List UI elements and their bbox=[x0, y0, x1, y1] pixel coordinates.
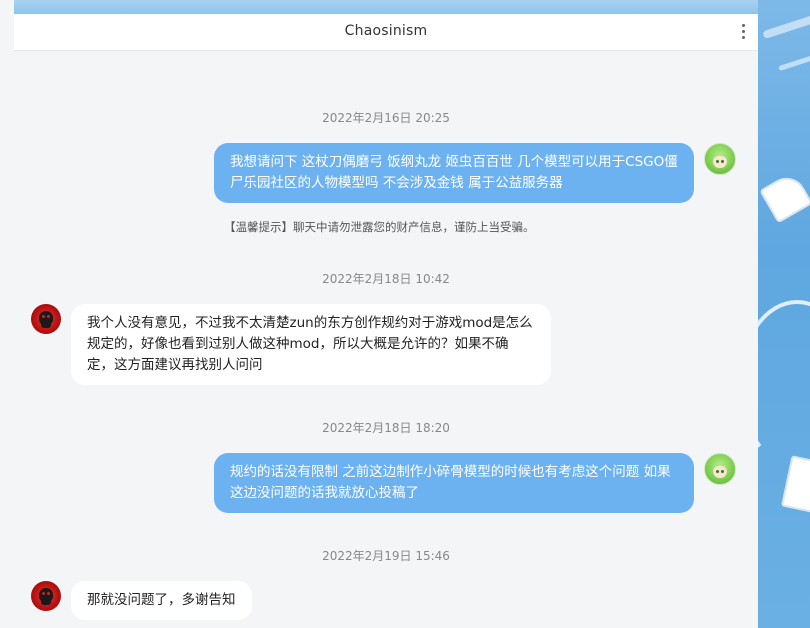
green-hair-avatar[interactable] bbox=[704, 143, 736, 175]
message-bubble-received[interactable]: 那就没问题了，多谢告知 bbox=[71, 581, 252, 620]
red-skull-avatar[interactable] bbox=[31, 581, 61, 611]
chat-header: Chaosinism bbox=[14, 14, 758, 51]
more-vertical-icon[interactable] bbox=[742, 24, 746, 40]
message-timestamp: 2022年2月16日 20:25 bbox=[322, 111, 450, 125]
message-timestamp: 2022年2月18日 10:42 bbox=[322, 272, 450, 286]
message-bubble-sent[interactable]: 我想请问下 这杖刀偶磨弓 饭纲丸龙 姬虫百百世 几个模型可以用于CSGO僵尸乐园… bbox=[214, 143, 694, 203]
message-bubble-received[interactable]: 我个人没有意见，不过我不太清楚zun的东方创作规约对于游戏mod是怎么规定的，好… bbox=[71, 304, 551, 385]
message-timestamp: 2022年2月19日 15:46 bbox=[322, 549, 450, 563]
chat-title: Chaosinism bbox=[344, 23, 428, 39]
message-timestamp: 2022年2月18日 18:20 bbox=[322, 421, 450, 435]
background-left-strip bbox=[0, 0, 14, 628]
background-decoration bbox=[758, 0, 810, 628]
message-bubble-sent[interactable]: 规约的话没有限制 之前这边制作小碎骨模型的时候也有考虑这个问题 如果这边没问题的… bbox=[214, 453, 694, 513]
chat-panel: Chaosinism 2022年2月16日 20:25 我想请问下 这杖刀偶磨弓… bbox=[14, 14, 758, 628]
safety-notice: 【温馨提示】聊天中请勿泄露您的财产信息，谨防上当受骗。 bbox=[224, 220, 535, 234]
green-hair-avatar[interactable] bbox=[704, 453, 736, 485]
background-top-strip bbox=[0, 0, 810, 14]
red-skull-avatar[interactable] bbox=[31, 304, 61, 334]
